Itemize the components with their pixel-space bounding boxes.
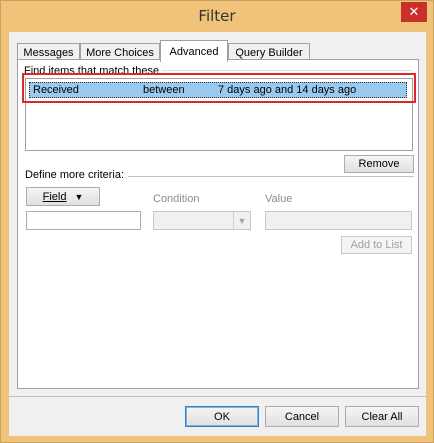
field-input[interactable] [26, 211, 141, 230]
highlight-box [22, 73, 416, 103]
footer-divider [9, 396, 426, 397]
condition-label: Condition [153, 193, 200, 205]
dialog-client: Messages More Choices Advanced Query Bui… [9, 32, 426, 436]
define-criteria-label: Define more criteria: [25, 169, 128, 181]
field-button-label: Field [42, 190, 67, 203]
advanced-panel: Find items that match these Received bet… [17, 59, 419, 389]
value-input [265, 211, 412, 230]
value-label: Value [265, 193, 293, 205]
define-divider [128, 176, 414, 177]
chevron-down-icon: ▼ [233, 212, 250, 229]
tab-advanced[interactable]: Advanced [160, 40, 228, 62]
dropdown-arrow-icon: ▼ [74, 191, 84, 202]
cancel-button[interactable]: Cancel [265, 406, 339, 427]
ok-button[interactable]: OK [185, 406, 259, 427]
window-title: Filter [198, 7, 236, 25]
condition-combo: ▼ [153, 211, 251, 230]
remove-button[interactable]: Remove [344, 155, 414, 173]
field-button[interactable]: Field ▼ [26, 187, 100, 206]
clear-all-button[interactable]: Clear All [345, 406, 419, 427]
title-bar[interactable]: Filter ✕ [1, 1, 433, 31]
filter-dialog: Filter ✕ Messages More Choices Advanced … [0, 0, 434, 443]
add-to-list-button: Add to List [341, 236, 412, 254]
close-button[interactable]: ✕ [401, 2, 427, 22]
close-icon: ✕ [408, 4, 420, 19]
